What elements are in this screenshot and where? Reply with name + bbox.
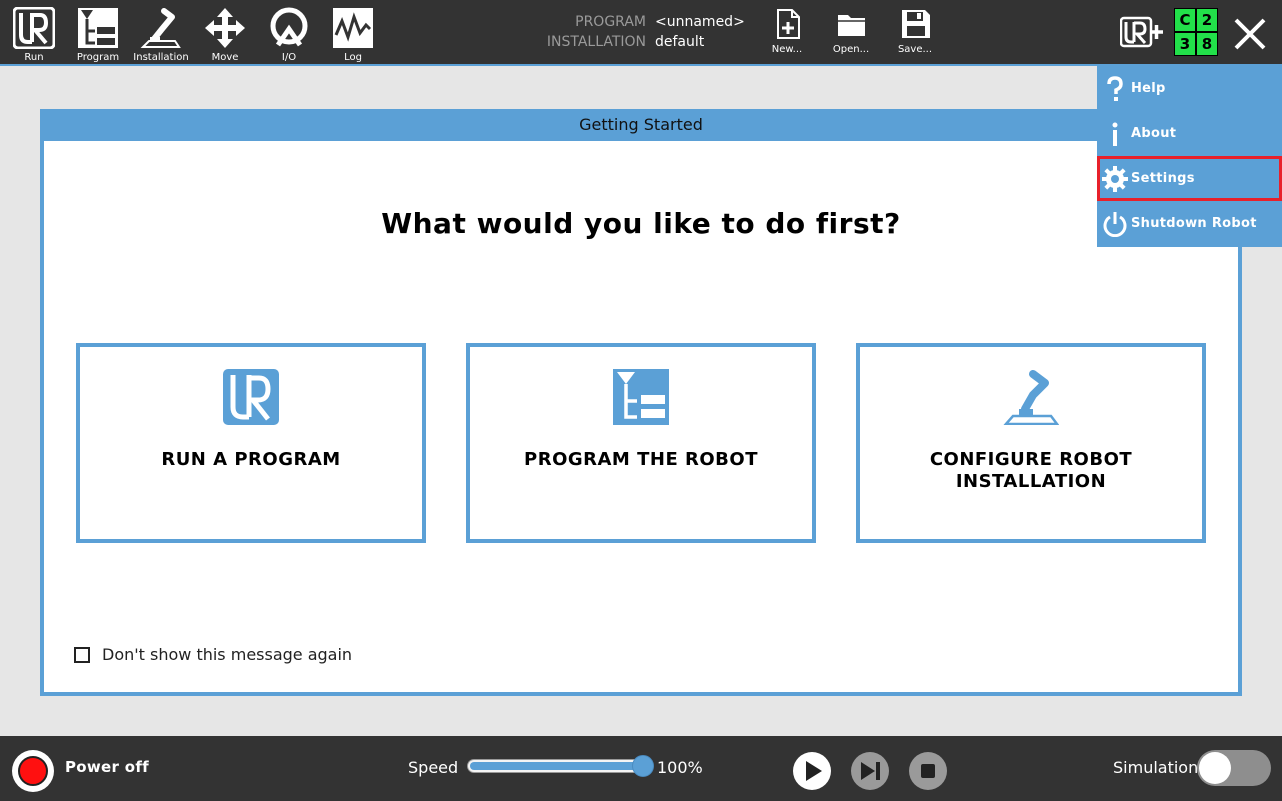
top-bar-accent-line xyxy=(0,64,1282,66)
menu-item-settings-label: Settings xyxy=(1131,171,1195,186)
status-cell-1: 2 xyxy=(1197,9,1217,31)
nav-installation-label: Installation xyxy=(133,52,189,63)
program-the-robot-label: PROGRAM THE ROBOT xyxy=(524,449,758,470)
ur-logo-icon xyxy=(13,7,55,49)
nav-log-label: Log xyxy=(344,52,362,63)
info-icon xyxy=(1112,122,1118,146)
dialog-title: Getting Started xyxy=(40,109,1242,141)
configure-robot-installation-label: CONFIGURE ROBOT INSTALLATION xyxy=(929,449,1133,492)
nav-installation-button[interactable]: Installation xyxy=(129,0,193,64)
speed-label: Speed xyxy=(408,758,459,777)
status-cell-c: C xyxy=(1175,9,1195,31)
status-cell-3: 8 xyxy=(1197,33,1217,55)
settings-dropdown-menu: Help About Settings Shutdown Robot xyxy=(1097,66,1282,247)
ur-logo-icon xyxy=(223,369,279,425)
speed-value: 100% xyxy=(657,758,703,777)
power-status-indicator xyxy=(18,756,48,786)
program-name: <unnamed> xyxy=(655,14,745,30)
program-tree-icon xyxy=(78,8,118,48)
safety-checksum-grid[interactable]: C 2 3 8 xyxy=(1174,8,1218,56)
nav-program-label: Program xyxy=(76,52,120,63)
open-program-button[interactable]: Open... xyxy=(823,0,879,60)
nav-io-button[interactable]: I/O xyxy=(257,0,321,64)
menu-item-help-label: Help xyxy=(1131,81,1166,96)
program-the-robot-button[interactable]: PROGRAM THE ROBOT xyxy=(466,343,816,543)
new-program-button[interactable]: New... xyxy=(759,0,815,60)
power-icon xyxy=(1103,212,1127,237)
nav-io-label: I/O xyxy=(281,52,297,63)
save-program-button[interactable]: Save... xyxy=(887,0,943,60)
robot-arm-icon xyxy=(140,8,181,48)
dialog-question: What would you like to do first? xyxy=(381,207,901,240)
simulation-label: Simulation xyxy=(1113,758,1199,777)
bottom-bar: Power off Speed 100% Simulation xyxy=(0,736,1282,801)
log-icon xyxy=(333,8,373,48)
move-arrows-icon xyxy=(205,8,245,48)
io-icon xyxy=(270,7,308,47)
power-label: Power off xyxy=(65,758,150,776)
robot-arm-icon xyxy=(1003,370,1059,425)
menu-item-shutdown-label: Shutdown Robot xyxy=(1131,216,1257,231)
menu-item-help[interactable]: Help xyxy=(1097,66,1282,111)
nav-move-button[interactable]: Move xyxy=(193,0,257,64)
nav-run-button[interactable]: Run xyxy=(2,0,66,64)
dont-show-again-label: Don't show this message again xyxy=(102,645,353,664)
play-button[interactable] xyxy=(792,751,832,791)
dont-show-again-checkbox[interactable] xyxy=(74,647,90,663)
nav-run-label: Run xyxy=(24,52,44,63)
status-cell-2: 3 xyxy=(1175,33,1195,55)
speed-slider-handle[interactable] xyxy=(632,755,654,777)
new-label: New... xyxy=(771,44,803,55)
run-a-program-button[interactable]: RUN A PROGRAM xyxy=(76,343,426,543)
step-button[interactable] xyxy=(850,751,890,791)
nav-log-button[interactable]: Log xyxy=(321,0,385,64)
simulation-toggle-knob xyxy=(1199,752,1231,784)
installation-name: default xyxy=(655,34,705,50)
power-button[interactable] xyxy=(12,750,54,792)
configure-robot-installation-button[interactable]: CONFIGURE ROBOT INSTALLATION xyxy=(856,343,1206,543)
stop-button[interactable] xyxy=(908,751,948,791)
program-key: PROGRAM xyxy=(575,14,646,30)
menu-item-about[interactable]: About xyxy=(1097,111,1282,156)
close-icon[interactable] xyxy=(1230,14,1270,54)
urcaps-plus-icon[interactable] xyxy=(1120,16,1164,48)
getting-started-dialog: Getting Started What would you like to d… xyxy=(40,109,1242,696)
program-tree-icon xyxy=(613,369,669,425)
nav-program-button[interactable]: Program xyxy=(66,0,130,64)
save-disk-icon xyxy=(902,10,930,38)
nav-move-label: Move xyxy=(211,52,239,63)
run-a-program-label: RUN A PROGRAM xyxy=(161,449,341,470)
speed-slider-fill xyxy=(470,762,648,770)
menu-item-about-label: About xyxy=(1131,126,1177,141)
folder-icon xyxy=(838,15,865,36)
installation-key: INSTALLATION xyxy=(546,34,646,50)
open-label: Open... xyxy=(832,44,870,55)
new-file-icon xyxy=(777,9,800,39)
save-label: Save... xyxy=(897,44,933,55)
gear-icon xyxy=(1102,166,1128,192)
simulation-toggle[interactable] xyxy=(1197,750,1271,786)
menu-item-settings[interactable]: Settings xyxy=(1097,156,1282,201)
menu-item-shutdown-robot[interactable]: Shutdown Robot xyxy=(1097,201,1282,246)
speed-slider[interactable] xyxy=(467,755,654,777)
help-icon xyxy=(1107,76,1123,101)
top-bar: Run Program Installation Move I/O Log PR… xyxy=(0,0,1282,64)
